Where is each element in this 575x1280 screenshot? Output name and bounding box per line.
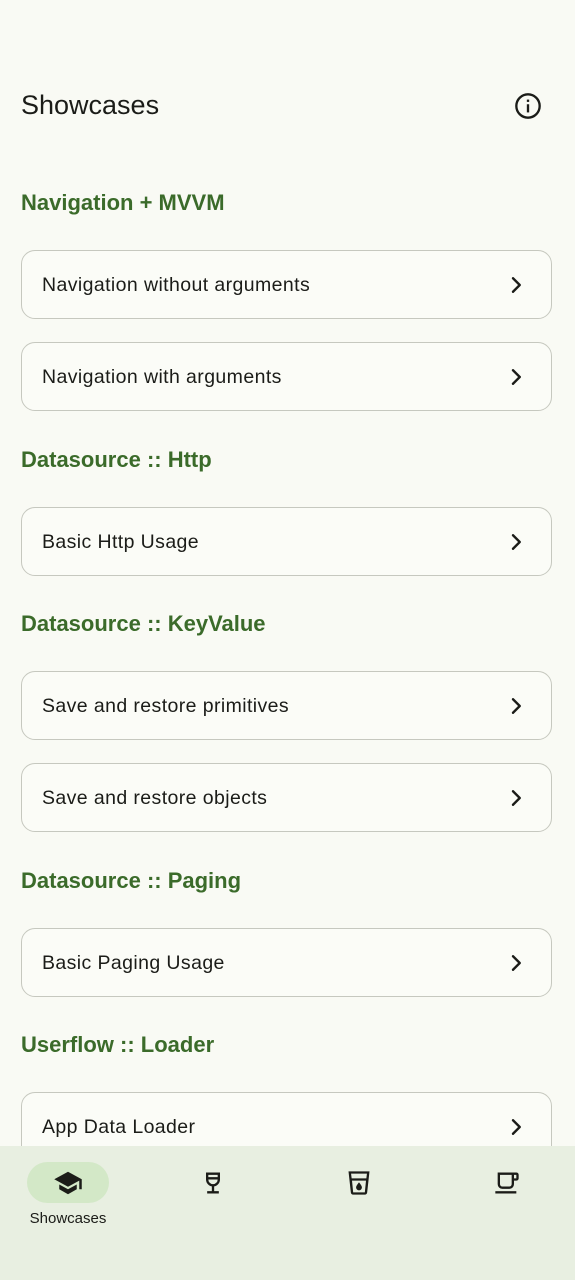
nav-item-showcases[interactable]: Showcases (7, 1162, 127, 1242)
list-item-label: Save and restore objects (42, 787, 268, 809)
section-title-datasource-http: Datasource :: Http (21, 447, 212, 472)
chevron-right-icon (511, 1119, 521, 1135)
list-item-label: Save and restore primitives (42, 695, 290, 717)
list-item-app-data-loader[interactable]: App Data Loader (21, 1092, 552, 1146)
chevron-right-icon (511, 534, 521, 550)
nav-item-2[interactable] (152, 1162, 272, 1242)
section-title-userflow-loader: Userflow :: Loader (21, 1032, 215, 1057)
chevron-right-icon (511, 790, 521, 806)
chevron-right-icon (511, 955, 521, 971)
list-item-label: Basic Paging Usage (42, 952, 225, 974)
section-title-datasource-paging: Datasource :: Paging (21, 868, 242, 893)
nav-item-3[interactable] (298, 1162, 418, 1242)
nav-selected-indicator (27, 1162, 109, 1203)
wine-glass-icon (206, 1172, 220, 1193)
chevron-right-icon (511, 369, 521, 385)
list-item-label: App Data Loader (42, 1116, 196, 1138)
list-item-basic-paging-usage[interactable]: Basic Paging Usage (21, 928, 552, 997)
coffee-cup-icon (495, 1172, 519, 1193)
list-item-navigation-with-arguments[interactable]: Navigation with arguments (21, 342, 552, 411)
list-item-save-restore-primitives[interactable]: Save and restore primitives (21, 671, 552, 740)
chevron-right-icon (511, 277, 521, 293)
list-item-label: Basic Http Usage (42, 531, 200, 553)
list-item-label: Navigation without arguments (42, 274, 311, 296)
list-item-label: Navigation with arguments (42, 366, 282, 388)
list-item-basic-http-usage[interactable]: Basic Http Usage (21, 507, 552, 576)
bottom-navigation-bar: Showcases (0, 1146, 575, 1280)
section-title-datasource-keyvalue: Datasource :: KeyValue (21, 611, 266, 636)
showcase-list[interactable]: Navigation + MVVM Navigation without arg… (0, 0, 575, 1146)
graduation-cap-icon (54, 1171, 82, 1194)
chevron-right-icon (511, 698, 521, 714)
nav-label-showcases: Showcases (29, 1210, 107, 1227)
list-item-save-restore-objects[interactable]: Save and restore objects (21, 763, 552, 832)
nav-item-4[interactable] (446, 1162, 566, 1242)
section-title-navigation-mvvm: Navigation + MVVM (21, 190, 225, 215)
list-item-navigation-without-arguments[interactable]: Navigation without arguments (21, 250, 552, 319)
water-glass-icon (348, 1170, 370, 1195)
